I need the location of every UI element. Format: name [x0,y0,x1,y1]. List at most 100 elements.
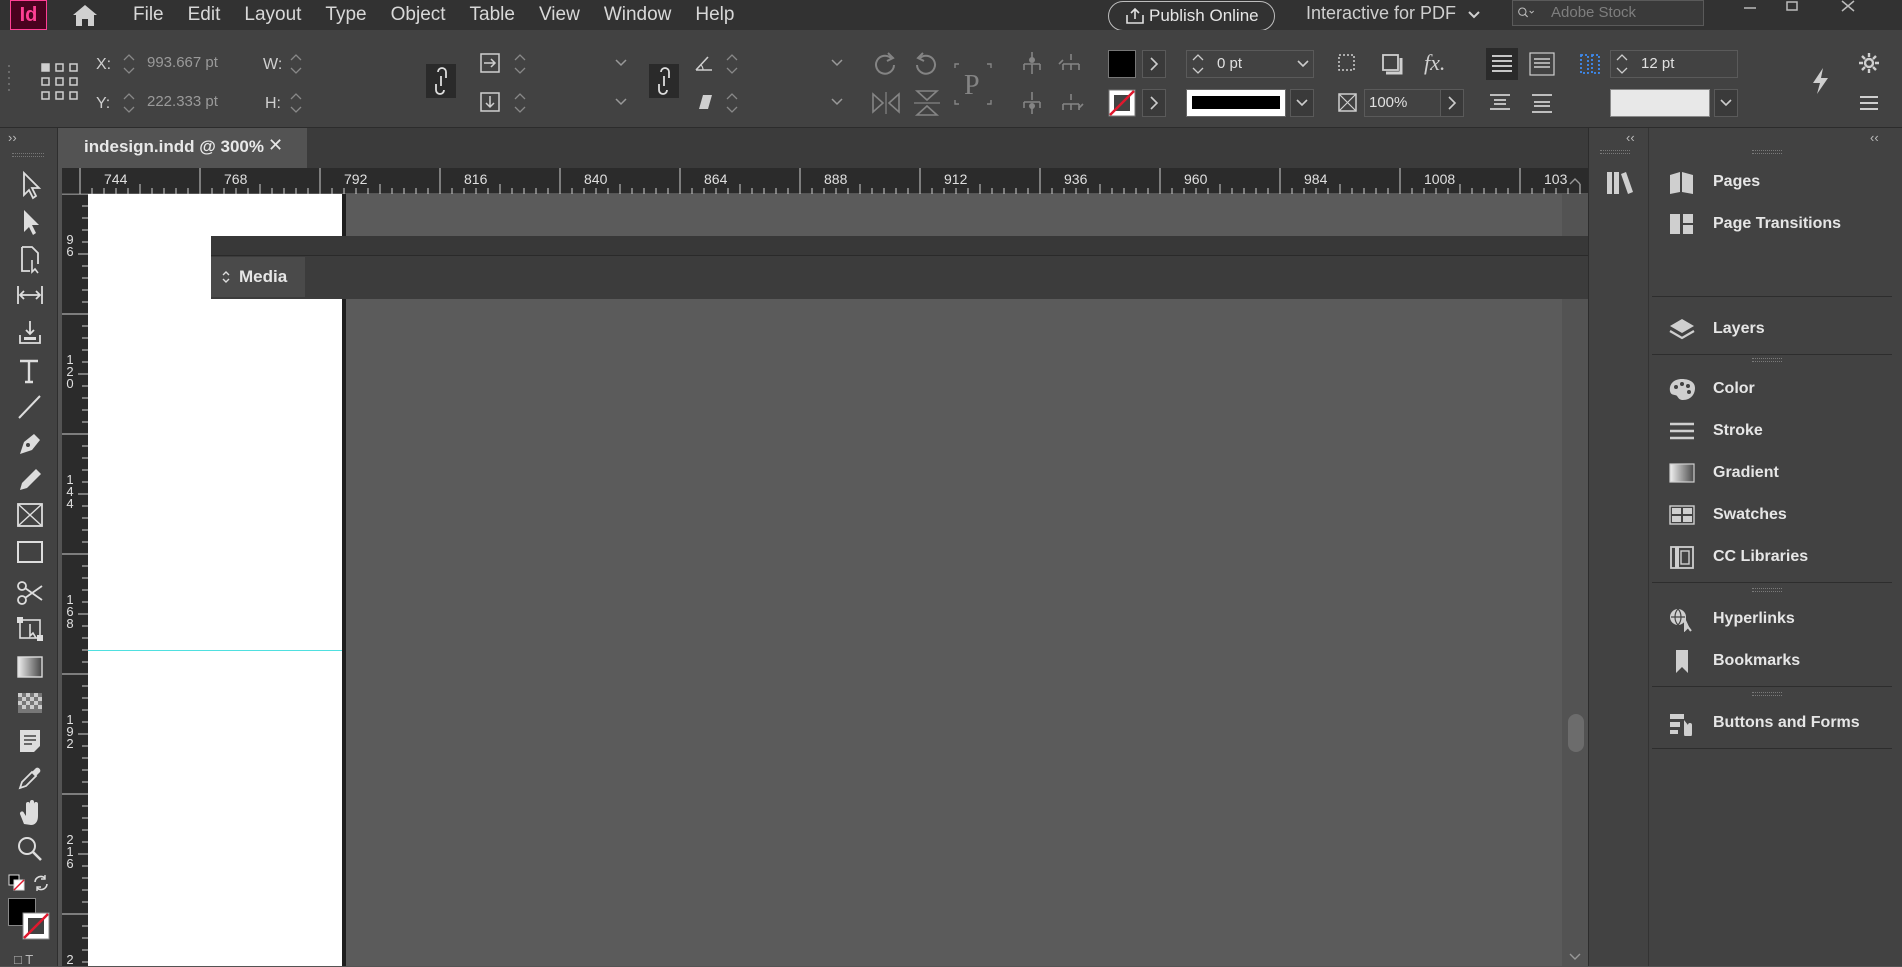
dock-group-grip[interactable] [1752,692,1782,696]
scale-x-dropdown-icon[interactable] [614,56,628,70]
dock-item-color[interactable]: Color [1655,370,1895,408]
stroke-weight-stepper-icon[interactable] [1190,50,1206,78]
minimize-window-icon[interactable] [1738,0,1762,20]
dock-strip-collapse-toggle[interactable]: ‹‹ [1626,130,1635,145]
stroke-swatch-none-icon[interactable] [1108,89,1136,117]
scroll-down-icon[interactable] [1568,952,1582,962]
menu-type[interactable]: Type [313,0,378,30]
constrain-scale-link-icon[interactable] [649,64,679,98]
constrain-proportions-link-icon[interactable] [426,64,456,98]
content-collector-tool-icon[interactable] [14,317,46,347]
gap-tool-icon[interactable] [14,280,46,310]
ruler-guide[interactable] [88,650,342,651]
horizontal-ruler[interactable]: 744 768 792 816 840 864 888 912 936 960 … [62,168,1588,194]
column-gutter-stepper-icon[interactable] [1614,50,1630,78]
align-top-text-icon[interactable] [1486,48,1518,80]
adobe-stock-search-input[interactable]: Adobe Stock [1512,0,1704,26]
dock-item-cc-libraries[interactable]: CC Libraries [1655,538,1895,576]
close-window-icon[interactable] [1836,0,1860,20]
tools-grip[interactable] [12,153,44,157]
shear-stepper-icon[interactable] [724,89,740,117]
dock-item-swatches[interactable]: Swatches [1655,496,1895,534]
dock-group-grip[interactable] [1752,358,1782,362]
formatting-affects-container-icon[interactable]: □ T [14,952,33,967]
fill-swatch[interactable] [1108,50,1136,78]
gradient-swatch-tool-icon[interactable] [14,652,46,682]
width-field[interactable] [307,50,417,78]
document-page[interactable] [88,194,342,966]
direct-selection-tool-icon[interactable] [14,207,46,237]
eyedropper-tool-icon[interactable] [14,762,46,792]
drop-shadow-icon[interactable] [1336,52,1360,76]
w-stepper-icon[interactable] [288,50,304,78]
select-container-icon[interactable] [1020,50,1044,76]
rectangle-tool-icon[interactable] [14,537,46,567]
scroll-up-icon[interactable] [1568,176,1582,186]
opacity-field[interactable]: 100% [1364,89,1450,117]
rotation-stepper-icon[interactable] [724,50,740,78]
rotate-clockwise-icon[interactable] [871,50,899,78]
gradient-feather-tool-icon[interactable] [14,688,46,718]
dock-collapse-toggle[interactable]: ‹‹ [1870,130,1879,145]
dock-item-layers[interactable]: Layers [1655,310,1895,348]
menu-table[interactable]: Table [458,0,527,30]
dock-item-gradient[interactable]: Gradient [1655,454,1895,492]
rectangle-frame-tool-icon[interactable] [14,500,46,530]
line-tool-icon[interactable] [14,392,46,422]
swap-fill-stroke-icon[interactable] [32,874,50,892]
vertical-scrollbar[interactable] [1562,194,1588,966]
y-stepper-icon[interactable] [121,89,137,117]
menu-help[interactable]: Help [683,0,746,30]
object-style-dropdown-icon[interactable] [1714,89,1738,117]
scale-y-dropdown-icon[interactable] [614,95,628,109]
justify-vertically-icon[interactable] [1486,89,1514,117]
gear-icon[interactable] [1858,52,1880,74]
note-tool-icon[interactable] [14,726,46,756]
select-next-object-icon[interactable] [1057,92,1085,116]
publish-online-button[interactable]: Publish Online [1108,1,1275,31]
menu-edit[interactable]: Edit [176,0,233,30]
select-content-icon[interactable] [1020,90,1044,116]
zoom-tool-icon[interactable] [14,834,46,864]
menu-layout[interactable]: Layout [232,0,313,30]
type-tool-icon[interactable] [14,356,46,386]
pen-tool-icon[interactable] [14,428,46,458]
dock-item-page-transitions[interactable]: Page Transitions [1655,205,1895,243]
pencil-tool-icon[interactable] [14,464,46,494]
height-field[interactable] [307,89,417,117]
dock-item-pages[interactable]: Pages [1655,163,1895,201]
close-tab-icon[interactable]: ✕ [268,136,286,154]
flip-vertical-icon[interactable] [912,88,942,118]
default-fill-stroke-icon[interactable] [8,874,26,892]
y-position-field[interactable]: 222.333 pt [143,89,247,117]
workspace-switcher[interactable]: Interactive for PDF [1306,0,1456,30]
vertical-scrollbar-thumb[interactable] [1568,714,1584,752]
dock-item-stroke[interactable]: Stroke [1655,412,1895,450]
opacity-menu-chevron-icon[interactable] [1440,89,1464,117]
rotation-dropdown-icon[interactable] [830,56,844,70]
x-stepper-icon[interactable] [121,50,137,78]
free-transform-tool-icon[interactable] [14,614,46,644]
effects-fx-icon[interactable]: fx. [1422,50,1454,76]
dock-group-grip[interactable] [1752,588,1782,592]
quick-apply-lightning-icon[interactable] [1808,66,1834,96]
menu-window[interactable]: Window [592,0,684,30]
maximize-window-icon[interactable] [1780,0,1804,20]
select-previous-object-icon[interactable] [1057,52,1085,76]
scissors-tool-icon[interactable] [14,578,46,608]
home-icon[interactable] [70,2,100,28]
control-panel-grip-icon[interactable] [6,62,16,98]
page-tool-icon[interactable] [14,244,46,274]
libraries-icon[interactable] [1604,168,1636,198]
object-style-select[interactable] [1610,89,1710,117]
chevron-down-icon[interactable] [1466,7,1482,23]
align-center-text-icon[interactable] [1528,50,1556,78]
panel-menu-icon[interactable] [1857,92,1881,114]
menu-object[interactable]: Object [379,0,458,30]
collapse-toggle-icon[interactable] [221,268,231,286]
flip-horizontal-icon[interactable] [871,90,901,116]
shadow-frame-icon[interactable] [1380,52,1404,76]
h-stepper-icon[interactable] [288,89,304,117]
dock-grip[interactable] [1752,150,1782,154]
menu-view[interactable]: View [527,0,592,30]
